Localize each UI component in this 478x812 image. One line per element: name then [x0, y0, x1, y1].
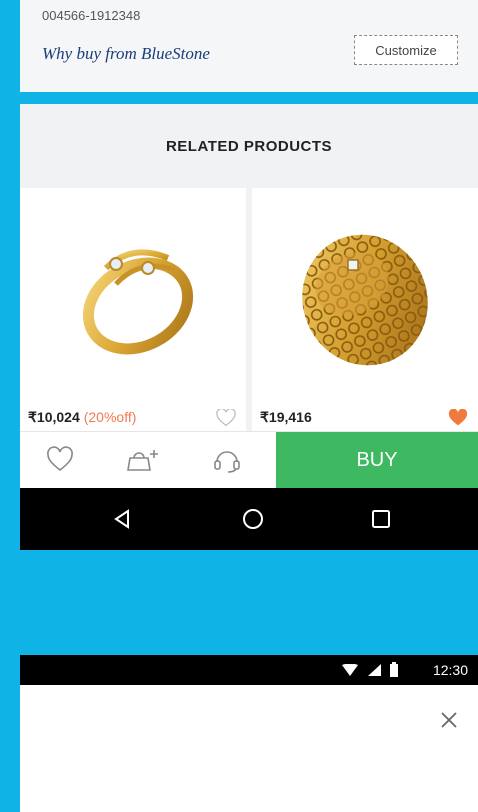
recents-square-icon[interactable] — [368, 506, 394, 532]
heart-outline-icon[interactable] — [46, 446, 74, 474]
related-products-section: RELATED PRODUCTS ₹10,024 (20%off) ₹19,41… — [20, 104, 478, 434]
signal-icon — [368, 664, 381, 676]
related-product-card[interactable]: ₹10,024 (20%off) — [20, 188, 246, 434]
ring-image — [302, 234, 428, 366]
product-code: 004566-1912348 — [42, 8, 141, 23]
product-screen: 004566-1912348 Why buy from BlueStone Cu… — [20, 0, 478, 550]
status-bar: 12:30 — [20, 655, 478, 685]
discount-text: (20%off) — [83, 409, 137, 425]
ring-image — [82, 249, 194, 355]
why-buy-link[interactable]: Why buy from BlueStone — [42, 44, 210, 64]
buy-button[interactable]: BUY — [276, 432, 478, 489]
close-icon[interactable] — [438, 709, 460, 731]
product-info-card: 004566-1912348 Why buy from BlueStone Cu… — [20, 0, 478, 92]
battery-icon — [390, 662, 398, 677]
modal-sheet — [20, 685, 478, 812]
product-price: ₹19,416 — [260, 408, 312, 425]
heart-filled-icon[interactable] — [448, 409, 468, 427]
status-time: 12:30 — [432, 662, 468, 678]
customize-button[interactable]: Customize — [354, 35, 458, 65]
price-row: ₹10,024 (20%off) — [20, 402, 246, 432]
back-triangle-icon[interactable] — [110, 506, 136, 532]
related-product-card[interactable]: ₹19,416 — [252, 188, 478, 434]
related-products-title: RELATED PRODUCTS — [165, 138, 333, 155]
wifi-icon — [342, 664, 358, 676]
price-row: ₹19,416 — [252, 402, 478, 432]
android-nav-bar — [20, 488, 478, 550]
home-circle-icon[interactable] — [240, 506, 266, 532]
bag-plus-icon[interactable] — [124, 446, 162, 474]
bottom-action-bar: BUY — [20, 431, 478, 489]
headset-icon[interactable] — [212, 446, 242, 474]
product-price: ₹10,024 — [28, 408, 80, 425]
modal-screen: 12:30 — [20, 655, 478, 812]
heart-outline-icon[interactable] — [216, 409, 236, 427]
